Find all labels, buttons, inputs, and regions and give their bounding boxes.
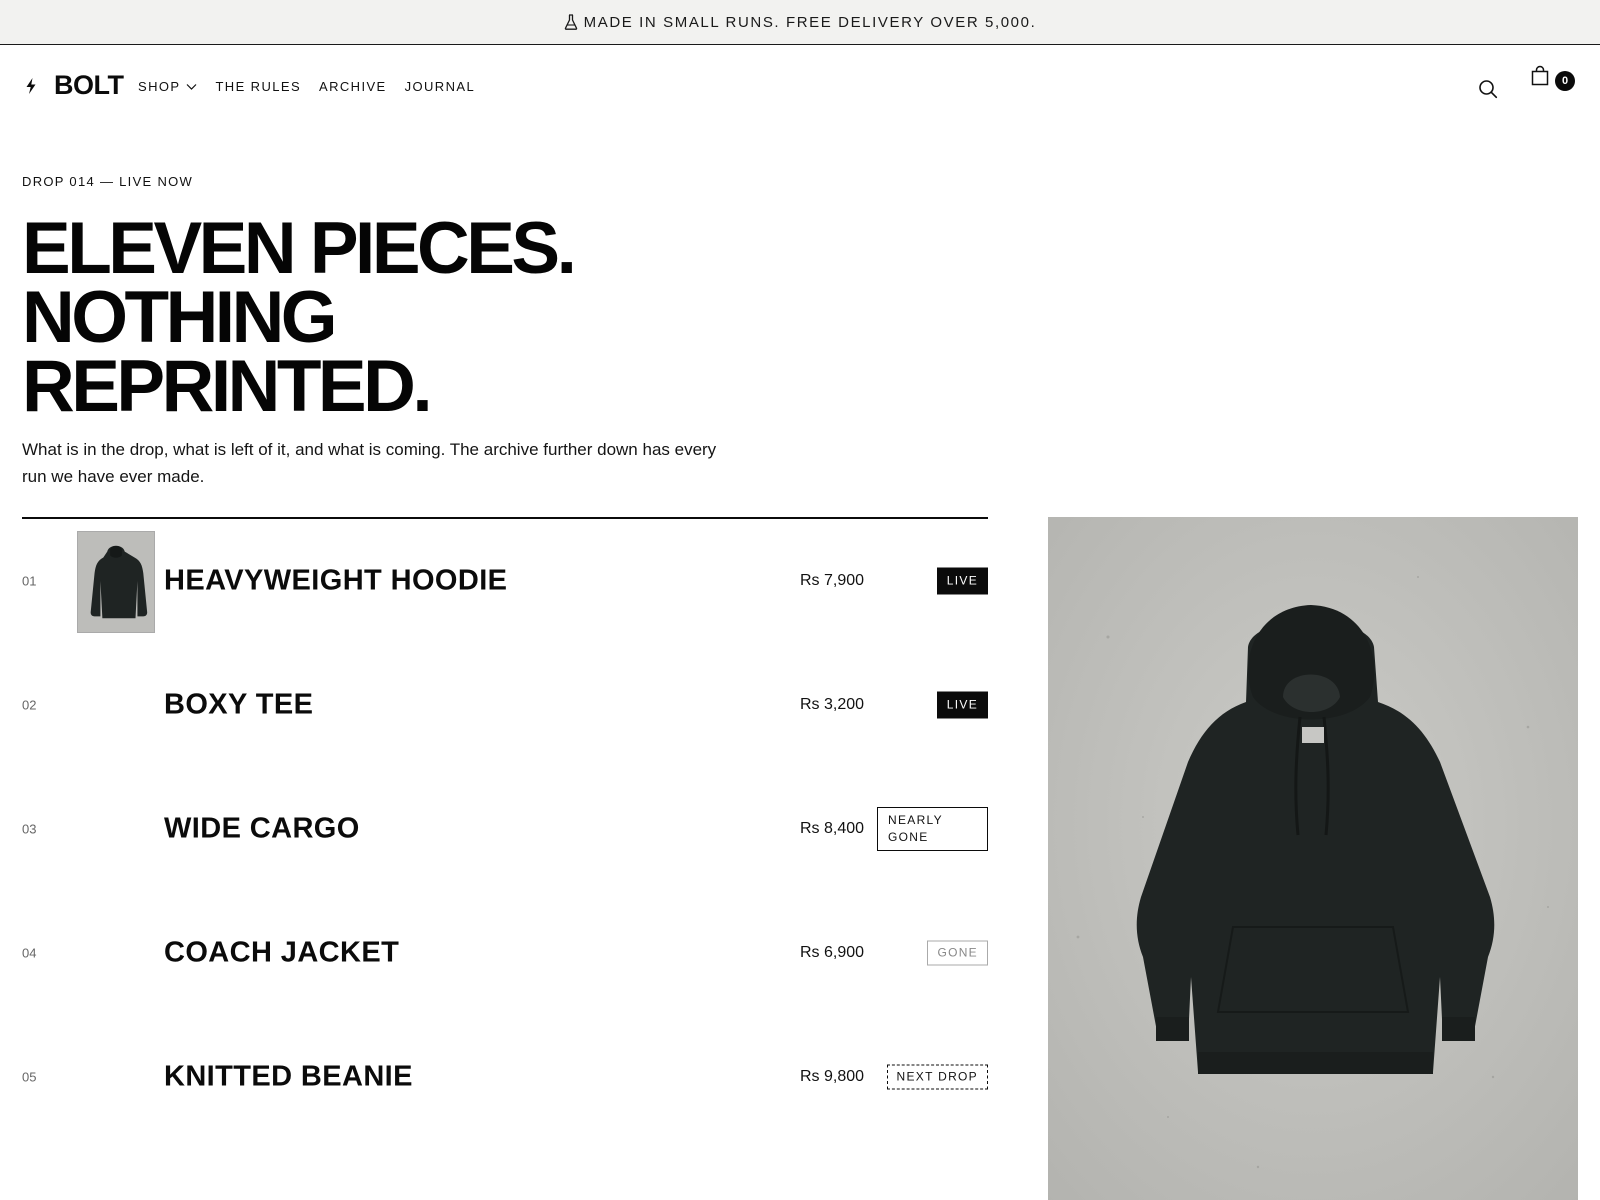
- bolt-icon: [26, 77, 36, 94]
- headline-line: NOTHING: [22, 277, 338, 358]
- product-price: Rs 6,900: [800, 944, 865, 961]
- product-number: 05: [22, 1069, 37, 1085]
- product-number: 04: [22, 945, 37, 961]
- main-nav: SHOP THE RULES ARCHIVE JOURNAL: [138, 79, 493, 94]
- intro-text: What is in the drop, what is left of it,…: [22, 440, 717, 486]
- nav-item-journal[interactable]: JOURNAL: [405, 79, 475, 94]
- search-icon[interactable]: [1477, 78, 1499, 100]
- product-price: Rs 9,800: [800, 1068, 865, 1085]
- product-number: 01: [22, 573, 37, 589]
- status-badge: GONE: [927, 940, 988, 966]
- status-badge: LIVE: [936, 567, 988, 595]
- product-name: KNITTED BEANIE: [164, 1060, 413, 1093]
- product-list: 01 HEAVYWEIGHT HOODIE Rs 7,900 LIVE 02 B…: [22, 517, 988, 1139]
- cart-count-badge: 0: [1555, 71, 1575, 91]
- nav-item-label: SHOP: [138, 79, 181, 94]
- product-row[interactable]: 05 KNITTED BEANIE Rs 9,800 NEXT DROP: [22, 1015, 988, 1139]
- product-number: 02: [22, 697, 37, 713]
- cart-button[interactable]: 0: [1531, 65, 1579, 97]
- page-title: ELEVEN PIECES. NOTHING REPRINTED.: [22, 208, 782, 427]
- hoodie-photo: [1048, 517, 1578, 1200]
- product-price: Rs 3,200: [800, 696, 865, 713]
- announcement-text: MADE IN SMALL RUNS. FREE DELIVERY OVER 5…: [583, 13, 1037, 31]
- product-number: 03: [22, 821, 37, 837]
- announcement-bar: MADE IN SMALL RUNS. FREE DELIVERY OVER 5…: [0, 0, 1600, 45]
- shopping-bag-icon: [1531, 65, 1549, 86]
- product-price: Rs 7,900: [800, 572, 865, 589]
- hoodie-image: [78, 532, 154, 632]
- headline-line: REPRINTED.: [22, 346, 433, 427]
- logo[interactable]: BOLT: [24, 70, 124, 101]
- nav-item-the-rules[interactable]: THE RULES: [215, 79, 301, 94]
- drop-eyebrow: DROP 014 — LIVE NOW: [22, 174, 194, 189]
- nav-item-label: ARCHIVE: [319, 79, 387, 94]
- product-name: HEAVYWEIGHT HOODIE: [164, 564, 508, 597]
- product-row[interactable]: 02 BOXY TEE Rs 3,200 LIVE: [22, 643, 988, 767]
- headline-line: ELEVEN PIECES.: [22, 208, 577, 289]
- product-name: COACH JACKET: [164, 936, 400, 969]
- nav-item-label: THE RULES: [215, 79, 302, 94]
- product-row[interactable]: 03 WIDE CARGO Rs 8,400 NEARLY GONE: [22, 767, 988, 891]
- product-row[interactable]: 04 COACH JACKET Rs 6,900 GONE: [22, 891, 988, 1015]
- product-name: BOXY TEE: [164, 688, 314, 721]
- status-badge: NEXT DROP: [886, 1064, 988, 1090]
- product-row[interactable]: 01 HEAVYWEIGHT HOODIE Rs 7,900 LIVE: [22, 519, 988, 643]
- site-header: BOLT SHOP THE RULES ARCHIVE JOURNAL 0: [0, 45, 1600, 131]
- product-price: Rs 8,400: [800, 820, 865, 837]
- logo-text: BOLT: [54, 70, 124, 100]
- featured-product-image[interactable]: [1048, 517, 1578, 1200]
- status-badge: LIVE: [936, 691, 988, 719]
- product-name: WIDE CARGO: [164, 812, 360, 845]
- chevron-down-icon: [187, 83, 197, 90]
- product-thumbnail[interactable]: [77, 531, 155, 633]
- nav-item-label: JOURNAL: [404, 79, 476, 94]
- flask-icon: [564, 14, 577, 30]
- status-badge: NEARLY GONE: [877, 807, 988, 851]
- nav-item-archive[interactable]: ARCHIVE: [319, 79, 387, 94]
- nav-item-shop[interactable]: SHOP: [138, 79, 197, 94]
